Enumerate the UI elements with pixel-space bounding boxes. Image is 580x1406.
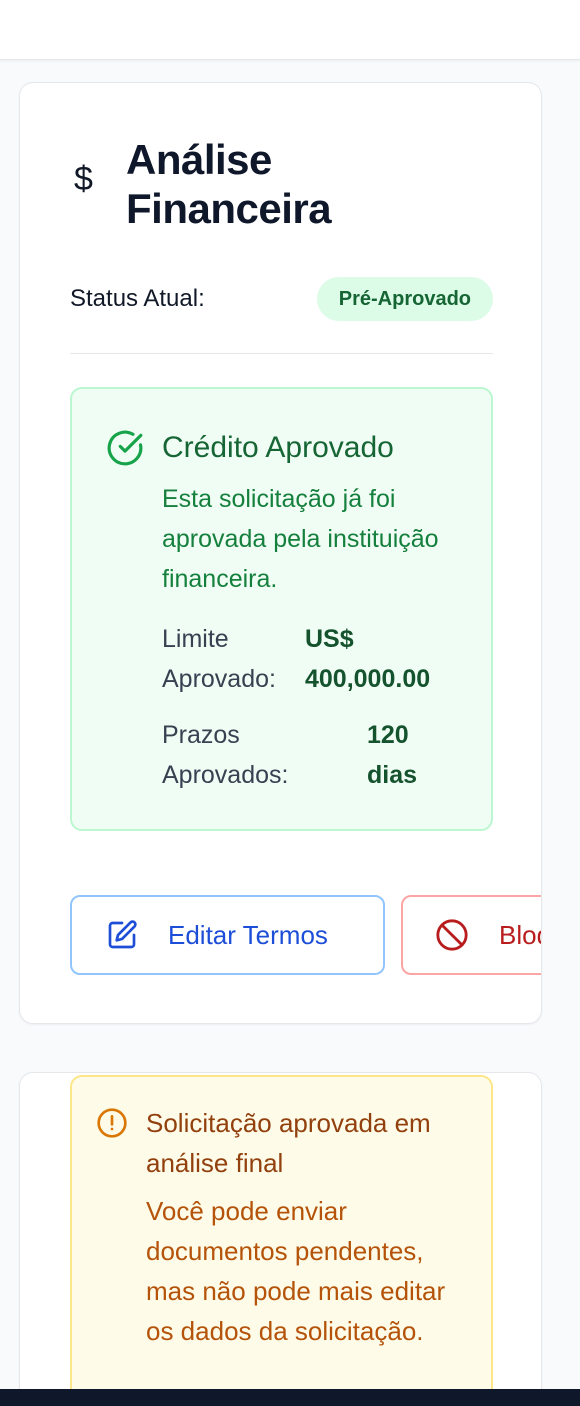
alert-description: Você pode enviar documentos pendentes, m… xyxy=(146,1196,446,1346)
financial-analysis-card: $ Análise Financeira Status Atual: Pré-A… xyxy=(19,82,542,1024)
block-label: Bloquear xyxy=(499,919,541,950)
card-title: Análise Financeira xyxy=(126,136,332,232)
check-circle-icon xyxy=(107,430,143,466)
warning-card: Solicitação aprovada em análise final Vo… xyxy=(19,1072,542,1406)
divider xyxy=(70,353,493,354)
approved-terms-value: 120 dias xyxy=(367,721,418,789)
alert-title: Solicitação aprovada em análise final xyxy=(146,1108,431,1178)
final-analysis-alert: Solicitação aprovada em análise final Vo… xyxy=(70,1075,493,1406)
status-label: Status Atual: xyxy=(70,285,205,312)
status-badge: Pré-Aprovado xyxy=(316,277,493,321)
approved-terms-row: Prazos Aprovados: 120 dias xyxy=(162,715,447,795)
approved-title: Crédito Aprovado xyxy=(162,431,394,464)
approved-limit-label: Limite Aprovado: xyxy=(162,625,276,693)
edit-icon xyxy=(108,920,137,949)
edit-terms-label: Editar Termos xyxy=(168,919,328,950)
approved-limit-value: US$ 400,000.00 xyxy=(305,625,431,693)
block-button[interactable]: Bloquear xyxy=(401,895,541,975)
approved-limit-row: Limite Aprovado: US$ 400,000.00 xyxy=(162,619,475,699)
dollar-icon: $ xyxy=(74,160,93,198)
approved-terms-label: Prazos Aprovados: xyxy=(162,721,289,789)
bottom-bar xyxy=(0,1389,580,1406)
chevron-down-icon[interactable]: ˇ xyxy=(494,0,508,8)
approved-description: Esta solicitação já foi aprovada pela in… xyxy=(162,485,439,593)
card-header: $ Análise Financeira xyxy=(74,135,426,233)
top-bar: ˇ xyxy=(0,0,580,60)
alert-circle-icon xyxy=(97,1108,127,1138)
credit-approved-panel: Crédito Aprovado Esta solicitação já foi… xyxy=(70,387,493,831)
ban-icon xyxy=(436,919,468,951)
edit-terms-button[interactable]: Editar Termos xyxy=(70,895,385,975)
status-row: Status Atual: Pré-Aprovado xyxy=(70,277,493,321)
